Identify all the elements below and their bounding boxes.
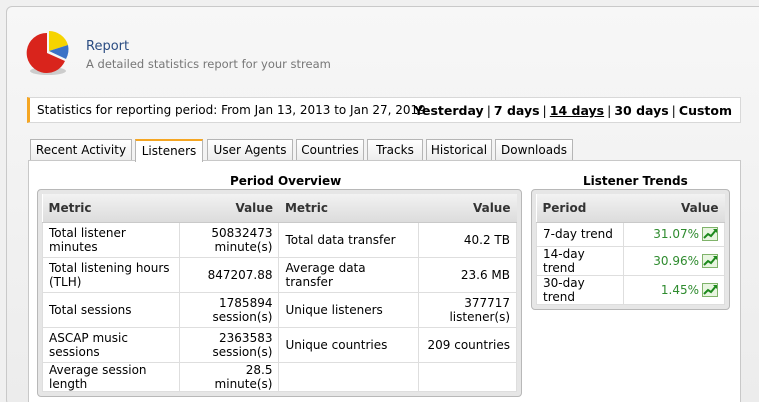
trend-period-cell: 7-day trend <box>535 221 625 247</box>
table-row: Average session length 28.5 minute(s) <box>42 361 517 392</box>
metric-header: Metric <box>42 194 180 223</box>
metric-cell: Total listener minutes <box>42 221 180 258</box>
trend-period-cell: 14-day trend <box>535 245 625 276</box>
tab-downloads[interactable]: Downloads <box>495 139 573 161</box>
period-overview-title: Period Overview <box>230 174 342 188</box>
value-cell: 40.2 TB <box>418 221 517 258</box>
trend-period-cell: 30-day trend <box>535 274 625 305</box>
table-row: Total sessions 1785894 session(s) Unique… <box>42 291 517 328</box>
tab-recent-activity[interactable]: Recent Activity <box>30 139 132 161</box>
trend-up-icon <box>702 227 718 241</box>
tab-historical[interactable]: Historical <box>426 139 492 161</box>
value-cell: 377717 listener(s) <box>418 291 517 328</box>
trend-value-cell: 30.96% <box>623 245 725 276</box>
trend-value-cell: 31.07% <box>623 221 725 247</box>
listener-trends-title: Listener Trends <box>583 174 688 188</box>
table-row: 30-day trend 1.45% <box>535 274 725 305</box>
trend-value-cell: 1.45% <box>623 274 725 305</box>
pie-chart-logo-icon <box>26 31 69 75</box>
value-cell: 50832473 minute(s) <box>178 221 280 258</box>
tab-countries[interactable]: Countries <box>296 139 364 161</box>
period-links: Yesterday | 7 days | 14 days | 30 days | Custom <box>414 103 732 118</box>
period-link-7-days[interactable]: 7 days <box>494 103 540 118</box>
metric-cell: Unique listeners <box>278 291 420 328</box>
value-cell: 1785894 session(s) <box>178 291 280 328</box>
table-row: ASCAP music sessions 2363583 session(s) … <box>42 326 517 363</box>
table-row: 7-day trend 31.07% <box>535 221 725 247</box>
value-cell: 28.5 minute(s) <box>178 361 280 392</box>
value-header: Value <box>623 194 725 223</box>
metric-cell: Unique countries <box>278 326 420 363</box>
reporting-period-bar: Statistics for reporting period: From Ja… <box>27 97 741 123</box>
page-subtitle: A detailed statistics report for your st… <box>86 57 331 71</box>
period-link-custom[interactable]: Custom <box>679 103 732 118</box>
value-cell: 23.6 MB <box>418 256 517 293</box>
page-title: Report <box>86 39 130 54</box>
listener-trends-table: Period Value 7-day trend 31.07% 14-day t… <box>535 194 725 305</box>
period-link-30-days[interactable]: 30 days <box>614 103 668 118</box>
value-cell: 2363583 session(s) <box>178 326 280 363</box>
metric-cell: Average session length <box>42 361 180 392</box>
metric-header: Metric <box>278 194 419 223</box>
metric-cell: Total sessions <box>42 291 180 328</box>
table-row: Total listening hours (TLH) 847207.88 Av… <box>42 256 517 293</box>
period-overview-table: Metric Value Metric Value Total listener… <box>42 194 517 392</box>
value-cell <box>418 361 517 392</box>
trend-value: 31.07% <box>653 227 699 241</box>
trend-up-icon <box>702 282 718 297</box>
listener-trends-table-frame: Period Value 7-day trend 31.07% 14-day t… <box>531 189 730 310</box>
table-row: 14-day trend 30.96% <box>535 245 725 276</box>
tab-user-agents[interactable]: User Agents <box>207 139 293 161</box>
value-header: Value <box>418 194 517 223</box>
metric-cell: Total data transfer <box>278 221 420 258</box>
tab-tracks[interactable]: Tracks <box>367 139 423 161</box>
tab-listeners[interactable]: Listeners <box>135 139 203 162</box>
metric-cell: Average data transfer <box>278 256 420 293</box>
metric-cell: Total listening hours (TLH) <box>42 256 180 293</box>
metric-cell <box>278 361 420 392</box>
period-overview-table-frame: Metric Value Metric Value Total listener… <box>37 189 522 397</box>
value-header: Value <box>179 194 279 223</box>
value-cell: 847207.88 <box>178 256 280 293</box>
period-header: Period <box>536 194 624 223</box>
trend-value: 1.45% <box>660 282 699 297</box>
period-link-14-days[interactable]: 14 days <box>550 103 604 118</box>
period-link-yesterday[interactable]: Yesterday <box>414 103 484 118</box>
value-cell: 209 countries <box>418 326 517 363</box>
trend-up-icon <box>702 253 718 268</box>
table-row: Total listener minutes 50832473 minute(s… <box>42 221 517 258</box>
trend-value: 30.96% <box>653 253 699 268</box>
reporting-period-text: Statistics for reporting period: From Ja… <box>37 103 426 117</box>
metric-cell: ASCAP music sessions <box>42 326 180 363</box>
